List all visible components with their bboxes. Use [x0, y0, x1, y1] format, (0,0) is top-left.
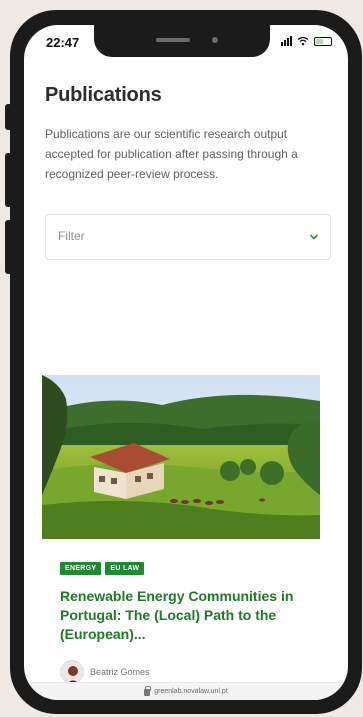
browser-url-bar[interactable]: greenlab.novalaw.unl.pt — [24, 682, 348, 700]
filter-value: Filter — [58, 229, 85, 243]
status-icons — [281, 36, 332, 46]
camera-icon — [212, 37, 218, 43]
avatar — [60, 660, 84, 684]
chevron-down-icon — [310, 234, 318, 240]
notch — [94, 25, 270, 57]
page-content: Publications Publications are our scient… — [45, 83, 331, 260]
card-image[interactable] — [42, 375, 320, 539]
author-name[interactable]: Beatriz Gomes — [90, 667, 150, 677]
battery-icon — [314, 36, 332, 46]
lock-icon — [144, 686, 152, 696]
speaker-grill — [156, 38, 190, 42]
tag-eu-law[interactable]: EU LAW — [105, 562, 145, 575]
status-time: 22:47 — [46, 35, 80, 50]
tag-energy[interactable]: ENERGY — [60, 562, 102, 575]
author-row: Beatriz Gomes — [42, 660, 320, 684]
phone-frame: 22:47 Publications Publications are our … — [10, 10, 362, 714]
page-title: Publications — [45, 84, 162, 106]
stage: 22:47 Publications Publications are our … — [0, 0, 363, 717]
tag-list: ENERGY EU LAW — [42, 562, 320, 575]
filter-dropdown[interactable]: Filter — [45, 214, 331, 260]
url-text: greenlab.novalaw.unl.pt — [154, 688, 228, 695]
publication-card[interactable]: ENERGY EU LAW Renewable Energy Communiti… — [42, 375, 320, 695]
wifi-icon — [297, 36, 309, 46]
phone-screen: 22:47 Publications Publications are our … — [24, 25, 348, 700]
page-description: Publications are our scientific research… — [45, 127, 298, 181]
signal-icon — [281, 36, 292, 46]
publication-title[interactable]: Renewable Energy Communities in Portugal… — [42, 587, 308, 644]
